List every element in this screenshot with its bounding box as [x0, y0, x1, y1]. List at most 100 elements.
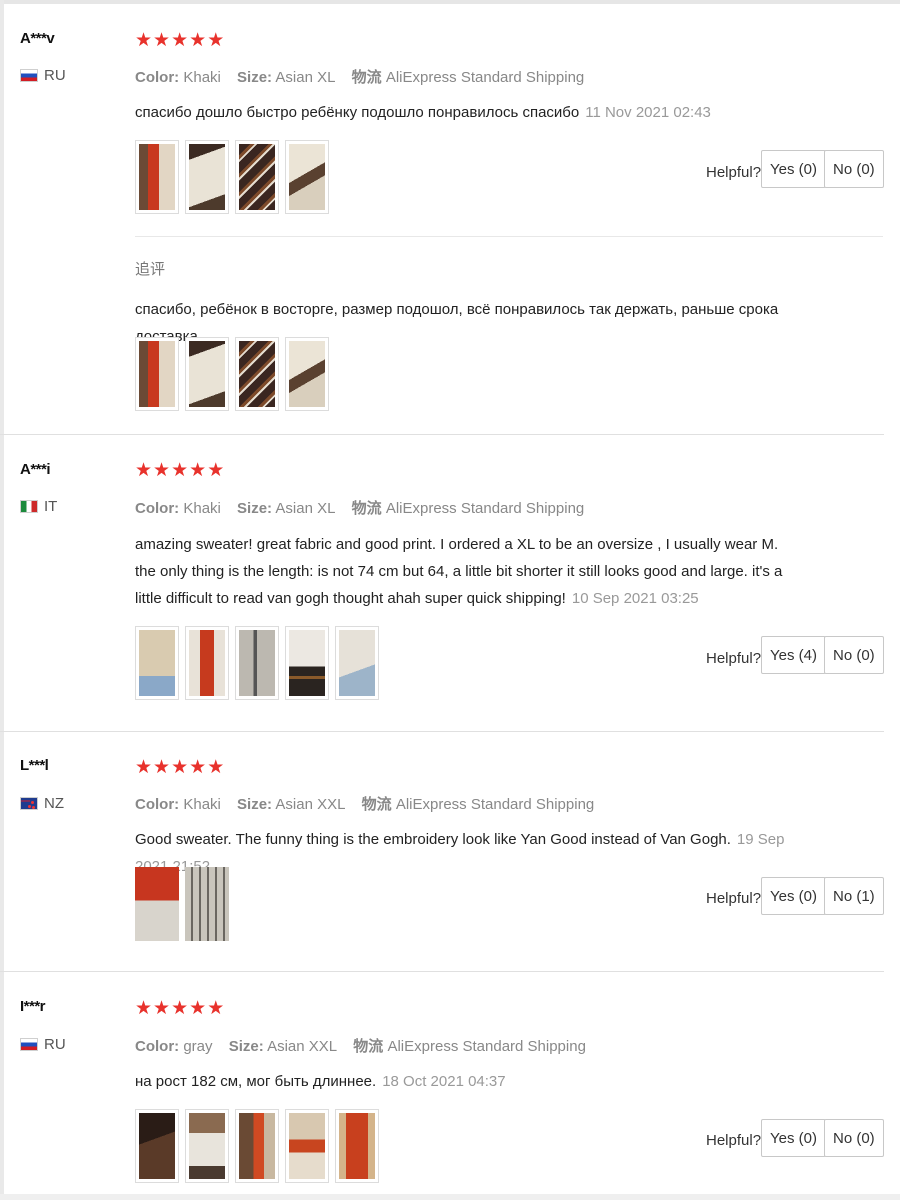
yes-vote-button[interactable]: Yes (4) — [761, 636, 826, 674]
color-label: Color: — [135, 796, 180, 813]
user-country: NZ — [20, 795, 64, 812]
order-info: Color: gray Size: Asian XXL 物流 AliExpres… — [135, 1035, 586, 1056]
photo-thumbnail[interactable] — [135, 626, 179, 700]
photo-thumbnail[interactable] — [135, 337, 179, 411]
no-vote-button[interactable]: No (0) — [824, 636, 884, 674]
no-vote-button[interactable]: No (0) — [824, 1119, 884, 1157]
yes-vote-button[interactable]: Yes (0) — [761, 150, 826, 188]
star-icon: ★ — [207, 756, 225, 778]
star-icon: ★ — [207, 997, 225, 1019]
star-icon: ★ — [153, 756, 171, 778]
photo-thumbnail[interactable] — [235, 140, 279, 214]
color-value: Khaki — [183, 500, 221, 517]
star-icon: ★ — [189, 459, 207, 481]
photo-thumbnail[interactable] — [135, 867, 179, 941]
divider — [135, 236, 883, 237]
helpful-label: Helpful? — [706, 1132, 762, 1149]
star-icon: ★ — [135, 29, 153, 51]
review-body: спасибо дошло быстро ребёнку подошло пон… — [135, 104, 580, 121]
yes-vote-button[interactable]: Yes (0) — [761, 1119, 826, 1157]
order-info: Color: Khaki Size: Asian XXL 物流 AliExpre… — [135, 793, 594, 814]
photo-thumbnail[interactable] — [185, 140, 229, 214]
star-icon: ★ — [171, 756, 189, 778]
review-text: на рост 182 см, мог быть длиннее. 18 Oct … — [135, 1068, 815, 1095]
photo-thumbnail[interactable] — [285, 337, 329, 411]
star-icon: ★ — [153, 29, 171, 51]
size-label: Size: — [237, 796, 273, 813]
color-label: Color: — [135, 69, 180, 86]
flag-nz-icon — [20, 797, 38, 810]
photo-thumbnail[interactable] — [185, 337, 229, 411]
helpful-label: Helpful? — [706, 650, 762, 667]
user-name: A***v — [20, 30, 55, 47]
review-separator — [0, 434, 884, 435]
user-country: IT — [20, 498, 57, 515]
user-name: L***l — [20, 757, 49, 774]
review-date: 18 Oct 2021 04:37 — [382, 1073, 506, 1090]
no-vote-button[interactable]: No (1) — [824, 877, 884, 915]
photo-thumbnail[interactable] — [185, 867, 229, 941]
shipping-label: 物流 — [353, 1038, 384, 1055]
photo-thumbnail[interactable] — [185, 626, 229, 700]
photo-thumbnail[interactable] — [135, 1109, 179, 1183]
star-rating: ★ ★ ★ ★ ★ — [135, 460, 224, 480]
country-code: IT — [44, 498, 58, 515]
photo-thumbnail[interactable] — [285, 140, 329, 214]
star-icon: ★ — [171, 459, 189, 481]
photo-thumbnail[interactable] — [185, 1109, 229, 1183]
order-info: Color: Khaki Size: Asian XL 物流 AliExpres… — [135, 66, 584, 87]
photo-thumbnail[interactable] — [135, 140, 179, 214]
shipping-value: AliExpress Standard Shipping — [395, 796, 595, 813]
frame-left — [0, 0, 4, 1200]
size-value: Asian XXL — [267, 1038, 338, 1055]
shipping-label: 物流 — [351, 500, 382, 517]
shipping-label: 物流 — [351, 69, 382, 86]
review-separator — [0, 971, 884, 972]
star-icon: ★ — [153, 997, 171, 1019]
shipping-value: AliExpress Standard Shipping — [385, 69, 585, 86]
user-name: A***i — [20, 461, 51, 478]
shipping-label: 物流 — [361, 796, 392, 813]
frame-top — [0, 0, 900, 4]
user-country: RU — [20, 67, 66, 84]
photo-thumbnail[interactable] — [285, 1109, 329, 1183]
size-value: Asian XL — [275, 69, 336, 86]
review-text: спасибо дошло быстро ребёнку подошло пон… — [135, 99, 815, 126]
review-separator — [0, 731, 884, 732]
photo-strip — [135, 867, 229, 941]
photo-thumbnail[interactable] — [335, 626, 379, 700]
photo-thumbnail[interactable] — [235, 1109, 279, 1183]
color-label: Color: — [135, 1038, 180, 1055]
color-value: Khaki — [183, 796, 221, 813]
yes-vote-button[interactable]: Yes (0) — [761, 877, 826, 915]
photo-thumbnail[interactable] — [235, 337, 279, 411]
country-code: NZ — [44, 795, 64, 812]
star-icon: ★ — [171, 29, 189, 51]
star-icon: ★ — [135, 997, 153, 1019]
shipping-value: AliExpress Standard Shipping — [387, 1038, 586, 1055]
size-label: Size: — [237, 500, 273, 517]
user-country: RU — [20, 1036, 66, 1053]
helpful-label: Helpful? — [706, 164, 762, 181]
review-text: amazing sweater! great fabric and good p… — [135, 531, 795, 612]
color-value: gray — [183, 1038, 213, 1055]
photo-strip — [135, 626, 379, 700]
size-label: Size: — [228, 1038, 264, 1055]
photo-strip — [135, 337, 329, 411]
photo-strip — [135, 1109, 379, 1183]
photo-thumbnail[interactable] — [235, 626, 279, 700]
shipping-value: AliExpress Standard Shipping — [385, 500, 585, 517]
helpful-label: Helpful? — [706, 890, 762, 907]
review-date: 10 Sep 2021 03:25 — [571, 590, 699, 607]
flag-it-icon — [20, 500, 38, 513]
star-icon: ★ — [153, 459, 171, 481]
star-icon: ★ — [135, 756, 153, 778]
flag-ru-icon — [20, 1038, 38, 1051]
country-code: RU — [44, 67, 66, 84]
photo-thumbnail[interactable] — [285, 626, 329, 700]
photo-thumbnail[interactable] — [335, 1109, 379, 1183]
star-rating: ★ ★ ★ ★ ★ — [135, 757, 224, 777]
no-vote-button[interactable]: No (0) — [824, 150, 884, 188]
photo-strip — [135, 140, 329, 214]
review-text: Good sweater. The funny thing is the emb… — [135, 826, 815, 880]
